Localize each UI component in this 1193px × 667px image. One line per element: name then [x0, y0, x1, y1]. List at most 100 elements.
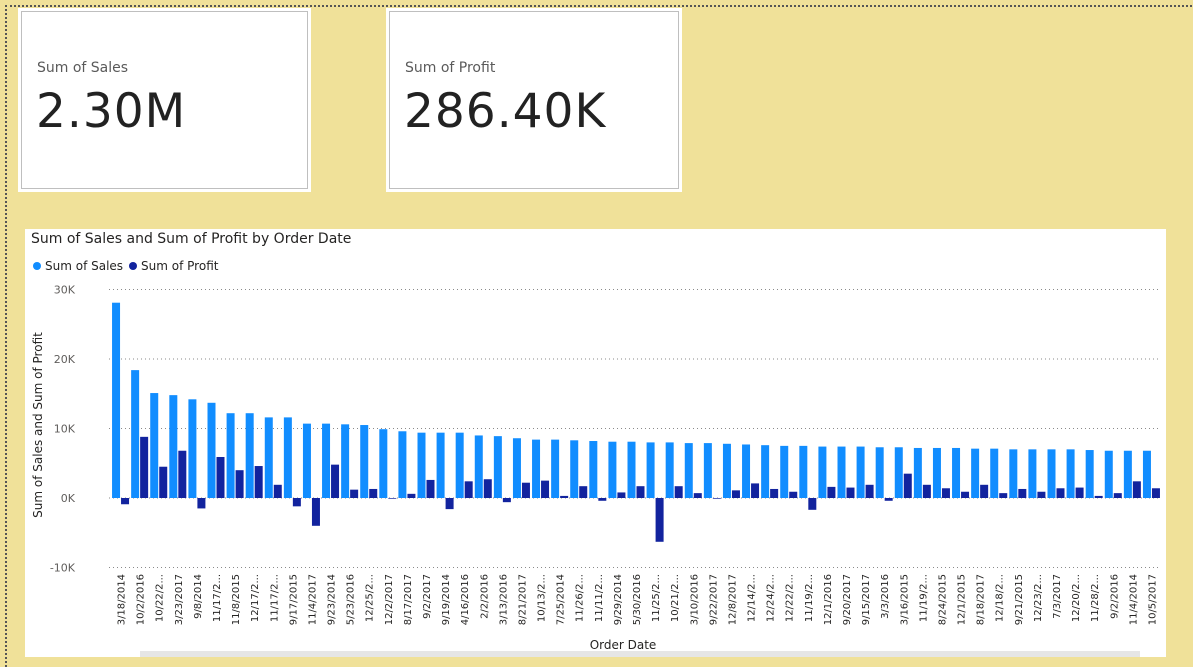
profit-bar [350, 489, 359, 498]
clustered-column-chart[interactable]: -10K 0K 10K 20K 30K 3/18/2014 10/2/2016 10/22/2… [25, 229, 1166, 657]
sales-bar [780, 445, 789, 498]
profit-bar [560, 495, 569, 498]
legend-label-sales: Sum of Sales [45, 259, 124, 273]
x-tick-label: 9/20/2017 [842, 574, 853, 625]
profit-bar [502, 498, 511, 503]
profit-card[interactable]: Sum of Profit 286.40K [386, 8, 682, 192]
x-tick-label: 3/10/2016 [689, 574, 700, 625]
x-tick-label: 12/8/2017 [727, 574, 738, 625]
sales-bar [245, 413, 254, 498]
y-tick-label: 10K [54, 423, 76, 436]
profit-bar [1094, 495, 1103, 498]
sales-bar [226, 413, 235, 498]
x-tick-label: 10/5/2017 [1147, 574, 1158, 625]
profit-bar [1037, 491, 1046, 498]
sales-bar [1047, 449, 1056, 498]
sales-bar [856, 446, 865, 498]
x-tick-label: 12/22/2... [785, 574, 796, 622]
x-tick-label: 9/17/2015 [288, 574, 299, 625]
x-tick-label: 10/2/2016 [136, 574, 147, 625]
profit-bar [388, 498, 397, 499]
sales-bar [360, 425, 369, 498]
sales-card[interactable]: Sum of Sales 2.30M [18, 8, 311, 192]
profit-bar [159, 466, 168, 498]
sales-bar [1123, 450, 1132, 498]
y-tick-label: 0K [61, 492, 76, 505]
sales-card-value: 2.30M [36, 84, 187, 139]
sales-bar [913, 447, 922, 498]
x-tick-label: 3/16/2015 [899, 574, 910, 625]
sales-bar [1142, 450, 1151, 498]
sales-card-inner: Sum of Sales 2.30M [21, 11, 308, 189]
profit-bar [464, 481, 473, 498]
x-tick-label: 11/4/2017 [307, 574, 318, 625]
x-tick-label: 12/2/2017 [384, 574, 395, 625]
chart-plot: -10K 0K 10K 20K 30K 3/18/2014 10/2/2016 10/22/2… [31, 284, 1161, 652]
profit-bar [903, 473, 912, 498]
x-tick-label: 5/23/2016 [346, 574, 357, 625]
profit-bar [216, 456, 225, 498]
profit-bar [922, 484, 931, 498]
sales-card-label: Sum of Sales [37, 60, 129, 76]
horizontal-scrollbar[interactable] [140, 651, 1140, 657]
sales-bar [379, 429, 388, 498]
profit-bar [789, 491, 798, 498]
x-tick-label: 10/21/2... [670, 574, 681, 622]
sales-bar [207, 402, 216, 498]
x-tick-label: 9/23/2014 [327, 574, 338, 625]
x-tick-label: 9/2/2017 [422, 574, 433, 619]
sales-bar [722, 443, 731, 498]
legend-item-profit[interactable]: Sum of Profit [129, 259, 218, 273]
x-tick-label: 12/14/2... [747, 574, 758, 622]
profit-bar [426, 479, 435, 498]
profit-bar [712, 498, 721, 499]
sales-bar [1066, 449, 1075, 498]
profit-bar [846, 487, 855, 498]
profit-bar [331, 464, 340, 498]
sales-bar [322, 423, 331, 498]
sales-bar [398, 431, 407, 498]
profit-bar [254, 466, 263, 498]
profit-bar [1056, 488, 1065, 498]
sales-bar [608, 441, 617, 498]
profit-bar [655, 498, 664, 542]
profit-bar [865, 484, 874, 498]
y-tick-label: 30K [54, 284, 76, 297]
profit-bar [445, 498, 454, 510]
x-tick-label: 3/13/2016 [498, 574, 509, 625]
sales-bar [875, 447, 884, 498]
sales-bar [1028, 449, 1037, 498]
sales-bar [589, 441, 598, 498]
x-tick-label: 9/29/2014 [613, 574, 624, 625]
sales-bar [971, 448, 980, 498]
sales-bar [646, 442, 655, 498]
profit-bar [197, 498, 206, 509]
sales-bar [799, 445, 808, 498]
x-tick-label: 11/19/2... [804, 574, 815, 622]
profit-bar [579, 486, 588, 498]
sales-bar [570, 440, 579, 498]
sales-bar [761, 445, 770, 498]
legend-item-sales[interactable]: Sum of Sales [33, 259, 123, 273]
profit-bar [541, 480, 550, 498]
x-tick-label: 12/23/2... [1033, 574, 1044, 622]
profit-bar [1132, 481, 1141, 498]
sales-bar [627, 441, 636, 498]
profit-bar [1151, 488, 1160, 498]
profit-bar [1113, 493, 1122, 498]
x-tick-label: 11/4/2014 [1128, 574, 1139, 625]
profit-bar [235, 470, 244, 498]
sales-bar [684, 443, 693, 498]
profit-bar [751, 483, 760, 498]
x-tick-label: 8/21/2017 [517, 574, 528, 625]
x-tick-label: 9/15/2017 [861, 574, 872, 625]
x-tick-label: 9/19/2014 [441, 574, 452, 625]
sales-bar [493, 436, 502, 498]
sales-bar [169, 395, 178, 498]
profit-bar [407, 493, 416, 498]
x-tick-label: 12/1/2015 [957, 574, 968, 625]
legend-label-profit: Sum of Profit [141, 259, 219, 273]
sales-bar [551, 439, 560, 498]
y-axis-title: Sum of Sales and Sum of Profit [31, 332, 45, 518]
sales-bar [990, 448, 999, 498]
